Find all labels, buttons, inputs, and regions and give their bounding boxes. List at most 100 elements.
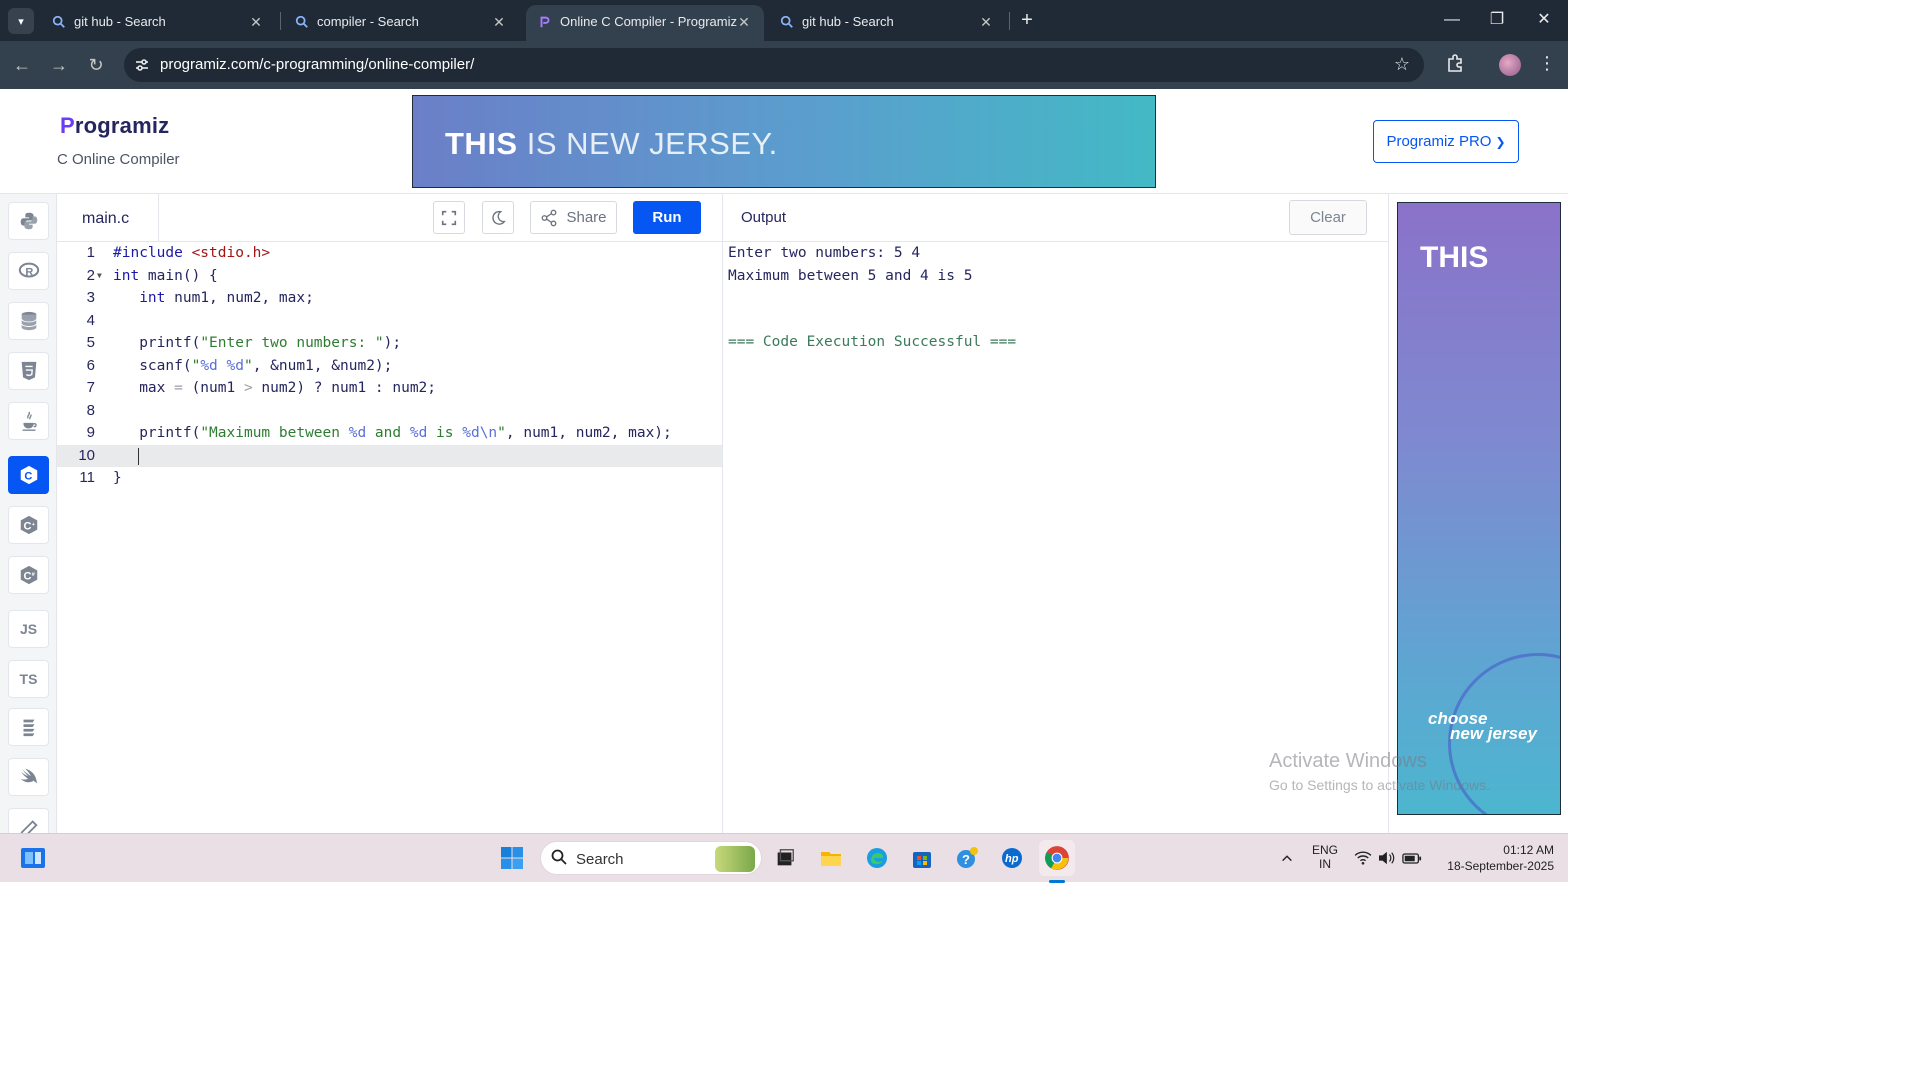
sidebar-item-c[interactable]: C bbox=[8, 456, 49, 494]
clear-button[interactable]: Clear bbox=[1289, 200, 1367, 235]
csharp-icon: C # bbox=[20, 565, 37, 585]
file-explorer-icon[interactable] bbox=[815, 842, 847, 874]
microsoft-store-icon[interactable] bbox=[906, 842, 938, 874]
address-bar[interactable]: programiz.com/c-programming/online-compi… bbox=[124, 48, 1424, 82]
back-arrow-icon[interactable]: ← bbox=[10, 53, 34, 77]
battery-icon[interactable] bbox=[1401, 842, 1423, 874]
sidebar-item-java[interactable] bbox=[8, 402, 49, 440]
top-banner-ad[interactable]: THIS IS NEW JERSEY. bbox=[412, 95, 1156, 188]
sidebar-item-js[interactable]: JS bbox=[8, 610, 49, 648]
search-icon bbox=[52, 15, 66, 29]
browser-tab-active[interactable]: Online C Compiler - Programiz ✕ bbox=[526, 5, 764, 41]
restore-icon[interactable]: ❐ bbox=[1485, 8, 1509, 32]
browser-tab[interactable]: git hub - Search ✕ bbox=[40, 5, 276, 41]
sidebar-item-html[interactable] bbox=[8, 352, 49, 390]
r-icon: R bbox=[18, 262, 39, 279]
chevron-up-icon[interactable] bbox=[1271, 842, 1303, 874]
output-header: Output Clear bbox=[723, 194, 1388, 242]
sidebar-item-ts[interactable]: TS bbox=[8, 660, 49, 698]
volume-icon[interactable] bbox=[1376, 842, 1396, 874]
profile-avatar[interactable] bbox=[1499, 54, 1521, 76]
search-highlight-image bbox=[715, 846, 755, 872]
taskbar-search-box[interactable]: Search bbox=[540, 841, 762, 875]
close-icon[interactable]: ✕ bbox=[734, 12, 754, 32]
c-language-icon: C bbox=[20, 465, 37, 485]
wifi-icon[interactable] bbox=[1353, 842, 1373, 874]
pro-button-label: Programiz PRO bbox=[1386, 133, 1492, 150]
edge-icon[interactable] bbox=[861, 842, 893, 874]
lang-line: ENG bbox=[1311, 843, 1338, 857]
watermark-line: Go to Settings to activate Windows. bbox=[1269, 777, 1490, 793]
input-language[interactable]: ENG IN bbox=[1303, 843, 1347, 871]
browser-tab[interactable]: compiler - Search ✕ bbox=[283, 5, 519, 41]
code-line: 3 int num1, num2, max; bbox=[57, 287, 722, 310]
sidebar-item-r[interactable]: R bbox=[8, 252, 49, 290]
more-menu-icon[interactable]: ⋮ bbox=[1538, 53, 1556, 77]
sidebar-item-swift[interactable] bbox=[8, 758, 49, 796]
search-icon bbox=[551, 849, 567, 870]
svg-text:#: # bbox=[31, 572, 34, 578]
tab-search-dropdown-button[interactable]: ▾ bbox=[8, 8, 34, 34]
forward-arrow-icon[interactable]: → bbox=[47, 53, 71, 77]
fullscreen-button[interactable] bbox=[433, 201, 465, 234]
minimize-icon[interactable]: — bbox=[1440, 8, 1464, 32]
help-icon[interactable]: ? bbox=[951, 842, 983, 874]
fold-arrow-icon[interactable]: ▼ bbox=[97, 265, 102, 288]
lang-line: IN bbox=[1319, 857, 1331, 871]
task-view-icon[interactable] bbox=[769, 842, 801, 874]
share-label: Share bbox=[566, 209, 607, 226]
programiz-pro-button[interactable]: Programiz PRO ❯ bbox=[1373, 120, 1519, 163]
hp-icon[interactable]: hp bbox=[996, 842, 1028, 874]
taskbar-search-placeholder: Search bbox=[576, 851, 624, 868]
extensions-icon[interactable] bbox=[1444, 53, 1466, 75]
browser-tab[interactable]: git hub - Search ✕ bbox=[768, 5, 1006, 41]
sidebar-item-csharp[interactable]: C # bbox=[8, 556, 49, 594]
url-text[interactable]: programiz.com/c-programming/online-compi… bbox=[160, 56, 474, 73]
dark-mode-button[interactable] bbox=[482, 201, 514, 234]
window-close-icon[interactable]: ✕ bbox=[1532, 8, 1556, 32]
logo-text: rogramiz bbox=[74, 113, 170, 138]
sidebar-item-python[interactable] bbox=[8, 202, 49, 240]
code-editor[interactable]: 1 #include <stdio.h> 2 ▼ int main() { 3 … bbox=[57, 242, 722, 833]
editor-toolbar: main.c Share Run bbox=[57, 194, 722, 242]
page-subtitle: C Online Compiler bbox=[57, 151, 180, 168]
sidebar-item-sql[interactable] bbox=[8, 302, 49, 340]
close-icon[interactable]: ✕ bbox=[489, 12, 509, 32]
svg-text:R: R bbox=[25, 267, 33, 279]
file-tab-main[interactable]: main.c bbox=[57, 194, 159, 241]
clock[interactable]: 01:12 AM 18-September-2025 bbox=[1432, 843, 1554, 873]
run-button[interactable]: Run bbox=[633, 201, 701, 234]
share-button[interactable]: Share bbox=[530, 201, 617, 234]
stack-icon bbox=[23, 719, 34, 737]
close-icon[interactable]: ✕ bbox=[246, 12, 266, 32]
sidebar-item-go[interactable] bbox=[8, 708, 49, 746]
cpp-icon: C + bbox=[20, 515, 37, 535]
search-icon bbox=[295, 15, 309, 29]
bookmark-star-icon[interactable]: ☆ bbox=[1394, 54, 1410, 75]
line-number: 3 bbox=[86, 289, 95, 306]
svg-text:?: ? bbox=[962, 852, 970, 867]
sidebar-item-cpp[interactable]: C + bbox=[8, 506, 49, 544]
side-ad-brand: choose new jersey bbox=[1428, 710, 1537, 743]
output-panel: Output Clear Enter two numbers: 5 4 Maxi… bbox=[722, 194, 1389, 833]
chrome-icon[interactable] bbox=[1039, 840, 1075, 876]
programiz-logo[interactable]: Programiz bbox=[60, 113, 169, 139]
svg-text:C: C bbox=[23, 571, 31, 583]
activate-windows-watermark: Activate Windows Go to Settings to activ… bbox=[1269, 750, 1490, 793]
start-windows-icon[interactable] bbox=[496, 842, 528, 874]
new-tab-button[interactable]: + bbox=[1016, 9, 1038, 31]
svg-text:+: + bbox=[31, 522, 34, 528]
side-banner-ad[interactable]: THIS choose new jersey bbox=[1397, 202, 1561, 815]
reload-icon[interactable]: ↻ bbox=[84, 53, 108, 77]
banner-text: THIS IS NEW JERSEY. bbox=[445, 126, 778, 162]
widgets-icon[interactable] bbox=[17, 842, 49, 874]
sidebar-item-rust[interactable] bbox=[8, 808, 49, 833]
site-info-icon[interactable] bbox=[134, 57, 150, 73]
close-icon[interactable]: ✕ bbox=[976, 12, 996, 32]
ad-brand-line: new jersey bbox=[1450, 724, 1537, 743]
line-number: 10 bbox=[78, 446, 95, 464]
banner-rest: IS NEW JERSEY. bbox=[517, 126, 778, 161]
browser-tab-bar: ▾ git hub - Search ✕ compiler - Search ✕… bbox=[0, 0, 1568, 41]
code-line: 4 bbox=[57, 310, 722, 333]
line-number: 11 bbox=[79, 469, 95, 486]
